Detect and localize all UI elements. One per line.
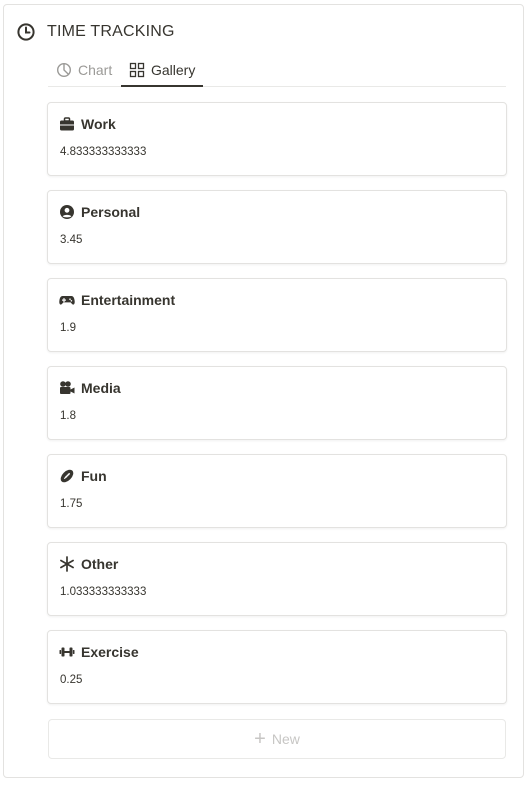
gallery-cards: Work 4.833333333333 Personal 3.45 Entert… (47, 102, 507, 718)
card-title: Exercise (81, 644, 139, 660)
grid-icon (129, 62, 145, 78)
user-circle-icon (59, 204, 75, 220)
gallery-card-other[interactable]: Other 1.033333333333 (47, 542, 507, 616)
clock-icon (16, 22, 36, 42)
card-value: 3.45 (60, 234, 83, 246)
card-title: Personal (81, 204, 141, 220)
tab-chart-label: Chart (78, 62, 113, 78)
card-title: Work (81, 116, 116, 132)
new-button-label: New (271, 731, 300, 747)
briefcase-icon (59, 116, 75, 132)
gallery-card-work[interactable]: Work 4.833333333333 (47, 102, 507, 176)
tab-chart[interactable]: Chart (56, 54, 112, 86)
gallery-card-media[interactable]: Media 1.8 (47, 366, 507, 440)
gallery-card-personal[interactable]: Personal 3.45 (47, 190, 507, 264)
page-title: TIME TRACKING (47, 23, 175, 40)
pie-chart-icon (56, 62, 72, 78)
panel-header: TIME TRACKING (16, 20, 175, 44)
card-value: 4.833333333333 (60, 146, 147, 158)
gallery-card-entertainment[interactable]: Entertainment 1.9 (47, 278, 507, 352)
card-title: Fun (81, 468, 107, 484)
new-card-button[interactable]: + New (48, 719, 506, 759)
card-value: 1.033333333333 (60, 586, 147, 598)
dumbbell-icon (59, 644, 75, 660)
tab-gallery-label: Gallery (151, 62, 196, 78)
card-value: 0.25 (60, 674, 83, 686)
gamepad-icon (59, 292, 75, 308)
card-title: Other (81, 556, 119, 572)
gallery-card-exercise[interactable]: Exercise 0.25 (47, 630, 507, 704)
card-title: Entertainment (81, 292, 176, 308)
view-tabs: Chart Gallery (48, 54, 506, 87)
card-value: 1.9 (60, 322, 76, 334)
video-camera-icon (59, 380, 75, 396)
card-title: Media (81, 380, 121, 396)
asterisk-icon (59, 556, 75, 572)
tab-gallery[interactable]: Gallery (121, 54, 203, 87)
football-icon (59, 468, 75, 484)
gallery-card-fun[interactable]: Fun 1.75 (47, 454, 507, 528)
card-value: 1.75 (60, 498, 83, 510)
card-value: 1.8 (60, 410, 76, 422)
plus-icon: + (254, 728, 266, 750)
